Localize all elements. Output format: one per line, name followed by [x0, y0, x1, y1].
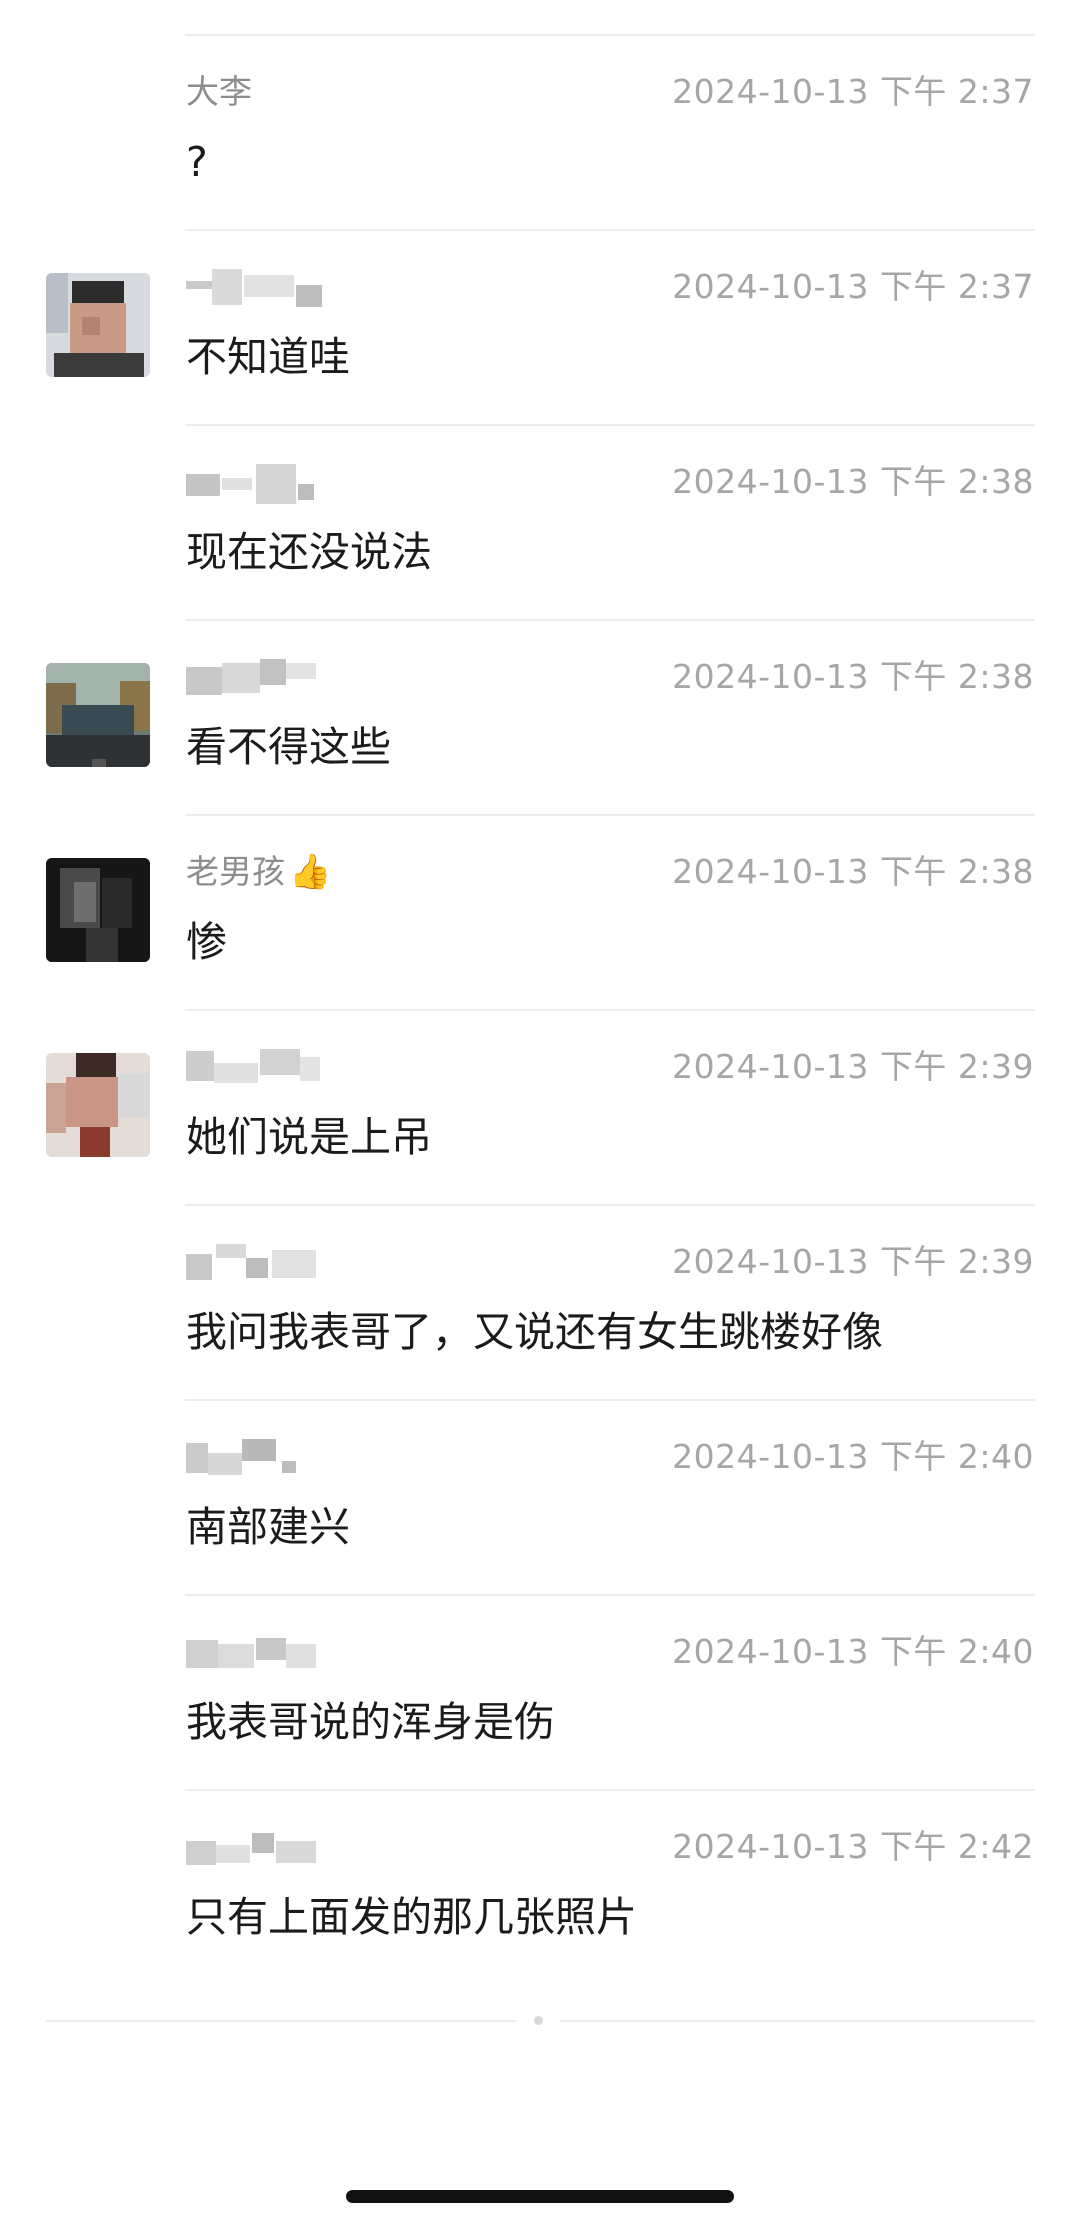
sender-name[interactable]: [186, 265, 406, 309]
message-text[interactable]: 我表哥说的浑身是伤: [186, 1694, 555, 1750]
message-text[interactable]: 看不得这些: [186, 719, 391, 775]
message-row[interactable]: 2024-10-13 下午 2:39 她们说是上吊: [0, 1009, 1080, 1205]
end-of-list-divider-right: [560, 2020, 1035, 2022]
avatar[interactable]: [46, 1053, 150, 1157]
message-text[interactable]: 不知道哇: [186, 329, 350, 385]
message-timestamp: 2024-10-13 下午 2:38: [672, 852, 1034, 891]
message-text[interactable]: 我问我表哥了，又说还有女生跳楼好像: [186, 1304, 883, 1360]
sender-name[interactable]: 大李: [186, 70, 406, 114]
message-text[interactable]: 惨: [186, 914, 227, 970]
sender-name[interactable]: [186, 1240, 406, 1284]
home-indicator[interactable]: [346, 2190, 734, 2203]
sender-name-text: 老男孩: [186, 852, 285, 891]
message-row[interactable]: 2024-10-13 下午 2:42 只有上面发的那几张照片: [0, 1789, 1080, 1985]
message-divider: [185, 1204, 1035, 1206]
message-row[interactable]: 2024-10-13 下午 2:39 我问我表哥了，又说还有女生跳楼好像: [0, 1204, 1080, 1400]
message-timestamp: 2024-10-13 下午 2:42: [672, 1827, 1034, 1866]
message-divider: [185, 1009, 1035, 1011]
message-divider: [185, 34, 1035, 36]
message-text[interactable]: ?: [186, 134, 208, 190]
message-divider: [185, 619, 1035, 621]
message-divider: [185, 1594, 1035, 1596]
message-row[interactable]: 大李 2024-10-13 下午 2:37 ?: [0, 34, 1080, 230]
message-row[interactable]: 2024-10-13 下午 2:40 我表哥说的浑身是伤: [0, 1594, 1080, 1790]
message-timestamp: 2024-10-13 下午 2:40: [672, 1437, 1034, 1476]
end-of-list-divider-left: [46, 2020, 516, 2022]
message-text[interactable]: 只有上面发的那几张照片: [186, 1889, 637, 1945]
thumbs-up-icon: 👍: [289, 852, 332, 892]
sender-name[interactable]: 老男孩 👍: [186, 850, 406, 894]
sender-name[interactable]: [186, 460, 406, 504]
message-text[interactable]: 她们说是上吊: [186, 1109, 432, 1165]
sender-name[interactable]: [186, 1045, 406, 1089]
message-timestamp: 2024-10-13 下午 2:39: [672, 1047, 1034, 1086]
sender-name[interactable]: [186, 1825, 406, 1869]
message-divider: [185, 814, 1035, 816]
message-row[interactable]: 2024-10-13 下午 2:38 看不得这些: [0, 619, 1080, 815]
sender-name[interactable]: [186, 1435, 406, 1479]
message-timestamp: 2024-10-13 下午 2:37: [672, 267, 1034, 306]
message-row[interactable]: 2024-10-13 下午 2:37 不知道哇: [0, 229, 1080, 425]
sender-name[interactable]: [186, 1630, 406, 1674]
message-timestamp: 2024-10-13 下午 2:37: [672, 72, 1034, 111]
message-row[interactable]: 老男孩 👍 2024-10-13 下午 2:38 惨: [0, 814, 1080, 1010]
message-divider: [185, 229, 1035, 231]
message-divider: [185, 424, 1035, 426]
message-divider: [185, 1399, 1035, 1401]
message-timestamp: 2024-10-13 下午 2:40: [672, 1632, 1034, 1671]
message-timestamp: 2024-10-13 下午 2:38: [672, 657, 1034, 696]
message-text[interactable]: 南部建兴: [186, 1499, 350, 1555]
avatar[interactable]: [46, 273, 150, 377]
sender-name[interactable]: [186, 655, 406, 699]
avatar[interactable]: [46, 858, 150, 962]
end-of-list-dot: [534, 2016, 543, 2025]
message-text[interactable]: 现在还没说法: [186, 524, 432, 580]
message-timestamp: 2024-10-13 下午 2:39: [672, 1242, 1034, 1281]
message-row[interactable]: 2024-10-13 下午 2:40 南部建兴: [0, 1399, 1080, 1595]
message-timestamp: 2024-10-13 下午 2:38: [672, 462, 1034, 501]
message-row[interactable]: 2024-10-13 下午 2:38 现在还没说法: [0, 424, 1080, 620]
message-divider: [185, 1789, 1035, 1791]
avatar[interactable]: [46, 663, 150, 767]
